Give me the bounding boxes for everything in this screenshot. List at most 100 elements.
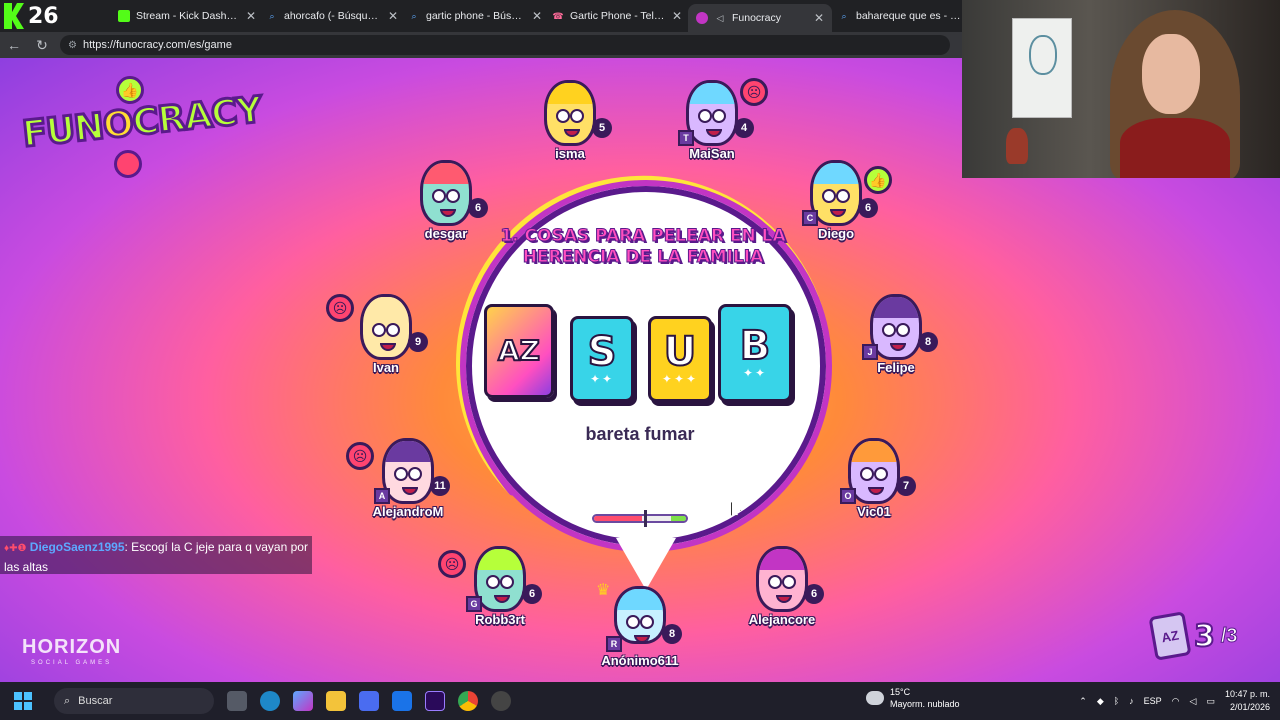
thumbs-up-icon: 👍 bbox=[116, 76, 144, 104]
close-tab-icon[interactable]: ✕ bbox=[532, 9, 542, 23]
cloud-icon bbox=[866, 691, 884, 705]
tile-b[interactable]: B ✦✦ bbox=[718, 304, 792, 402]
outlook-icon[interactable] bbox=[392, 691, 412, 711]
kick-logo-icon bbox=[4, 3, 24, 29]
player-score: 6 bbox=[858, 198, 878, 218]
chat-message: ♦✚❶ DiegoSaenz1995: Escogí la C jeje par… bbox=[0, 536, 312, 574]
system-tray: ⌃ ◆ ᛒ ♪ ESP ◠ ◁ ▭ 10:47 p. m. 2/01/2026 bbox=[1079, 682, 1280, 720]
player-score: 8 bbox=[918, 332, 938, 352]
crown-icon: ♛ bbox=[596, 582, 611, 599]
player-name: desgar bbox=[424, 226, 468, 241]
close-tab-icon[interactable]: ✕ bbox=[672, 9, 682, 23]
reload-icon[interactable]: ↻ bbox=[28, 37, 56, 54]
volume-icon[interactable]: ◁ bbox=[1190, 696, 1197, 707]
battery-icon[interactable]: ▭ bbox=[1206, 696, 1215, 707]
bluetooth-icon[interactable]: ᛒ bbox=[1114, 696, 1119, 706]
close-tab-icon[interactable]: ✕ bbox=[388, 9, 398, 23]
player-robb3rt: ☹ G 6 Robb3rt bbox=[438, 546, 544, 646]
tab-kick-dashboard[interactable]: Stream - Kick Dashboard ✕ bbox=[118, 4, 256, 28]
timer-end-zone bbox=[671, 516, 686, 521]
funocracy-favicon-icon bbox=[696, 12, 708, 24]
player-score: 6 bbox=[468, 198, 488, 218]
player-badge: R bbox=[606, 636, 622, 652]
answer-text: bareta fumar bbox=[585, 424, 695, 444]
avatar bbox=[420, 160, 472, 226]
chrome-icon[interactable] bbox=[458, 691, 478, 711]
url-field[interactable]: ⚙ https://funocracy.com/es/game bbox=[60, 35, 950, 55]
chat-badges-icon: ♦✚❶ bbox=[4, 543, 27, 554]
close-tab-icon[interactable]: ✕ bbox=[246, 9, 256, 23]
player-isma: 5 isma bbox=[524, 80, 614, 180]
mic-icon[interactable]: ♪ bbox=[1129, 696, 1134, 706]
timer-marker bbox=[644, 510, 647, 527]
player-alejancore: 6 Alejancore bbox=[736, 546, 826, 646]
round-current: 3 bbox=[1193, 618, 1216, 655]
player-maisan: ☹ T 4 MaiSan bbox=[666, 78, 768, 180]
task-view-icon[interactable] bbox=[227, 691, 247, 711]
player-name: Vic01 bbox=[857, 504, 891, 519]
tile-s[interactable]: S ✦✦ bbox=[570, 316, 634, 402]
speaker-icon: ◁ bbox=[716, 12, 724, 23]
player-name: Felipe bbox=[877, 360, 915, 375]
site-info-icon[interactable]: ⚙ bbox=[68, 40, 77, 51]
player-badge: J bbox=[862, 344, 878, 360]
player-diego: 👍 C 6 Diego bbox=[790, 160, 892, 260]
tile-u[interactable]: U ✦✦✦ bbox=[648, 316, 712, 402]
kick-favicon-icon bbox=[118, 10, 130, 22]
weather-widget[interactable]: 15°C Mayorm. nublado bbox=[866, 686, 960, 710]
copilot-icon[interactable] bbox=[293, 691, 313, 711]
player-desgar: 6 desgar bbox=[400, 160, 490, 260]
star-icon: ✦✦✦ bbox=[661, 372, 699, 386]
horizon-brand: HORIZON SOCIAL GAMES bbox=[22, 636, 122, 666]
settings-icon[interactable] bbox=[491, 691, 511, 711]
premiere-icon[interactable] bbox=[425, 691, 445, 711]
taskbar: ⌕ Buscar 15°C Mayorm. nublado ⌃ ◆ ᛒ ♪ ES… bbox=[0, 682, 1280, 720]
player-badge: T bbox=[678, 130, 694, 146]
tab-gartic-phone[interactable]: ☎ Gartic Phone - Teléfono D ✕ bbox=[552, 4, 682, 28]
kick-overlay: 26 bbox=[0, 0, 62, 32]
player-score: 4 bbox=[734, 118, 754, 138]
player-name: MaiSan bbox=[689, 146, 735, 161]
tab-bahareque-search[interactable]: ⌕ bahareque que es - Búsq bbox=[838, 4, 962, 28]
player-score: 8 bbox=[662, 624, 682, 644]
player-score: 7 bbox=[896, 476, 916, 496]
tile-az[interactable]: AZ bbox=[484, 304, 554, 398]
player-score: 9 bbox=[408, 332, 428, 352]
back-arrow-icon[interactable]: ← bbox=[0, 37, 28, 53]
player-ivan: ☹ 9 Ivan bbox=[326, 294, 430, 394]
star-icon: ✦✦ bbox=[742, 366, 768, 380]
angry-face-icon: ☹ bbox=[326, 294, 354, 322]
player-score: 5 bbox=[592, 118, 612, 138]
player-name: Diego bbox=[817, 226, 855, 241]
phone-favicon-icon: ☎ bbox=[552, 10, 564, 21]
funocracy-logo: 👍 FUNOCRACY bbox=[19, 76, 265, 178]
tab-gartic-search[interactable]: ⌕ gartic phone - Búsqueda ✕ bbox=[408, 4, 542, 28]
avatar bbox=[756, 546, 808, 612]
edge-icon[interactable] bbox=[260, 691, 280, 711]
chevron-up-icon[interactable]: ⌃ bbox=[1079, 696, 1087, 707]
clock[interactable]: 10:47 p. m. 2/01/2026 bbox=[1225, 688, 1270, 714]
language-indicator[interactable]: ESP bbox=[1144, 696, 1162, 706]
url-text: https://funocracy.com/es/game bbox=[82, 39, 232, 51]
search-favicon-icon: ⌕ bbox=[269, 10, 275, 21]
webcam-overlay bbox=[962, 0, 1280, 178]
timer-fill bbox=[594, 516, 642, 521]
player-name: Ivan bbox=[372, 360, 399, 375]
close-tab-icon[interactable]: ✕ bbox=[814, 11, 824, 25]
thumbs-up-icon: 👍 bbox=[864, 166, 892, 194]
tab-ahorcafo-search[interactable]: ⌕ ahorcafo (- Búsqueda ✕ bbox=[266, 4, 398, 28]
player-badge: G bbox=[466, 596, 482, 612]
windows-start-icon[interactable] bbox=[14, 692, 32, 710]
file-explorer-icon[interactable] bbox=[326, 691, 346, 711]
timer-bar bbox=[592, 514, 688, 523]
player-name: AlejandroM bbox=[372, 504, 444, 519]
bubble-tail bbox=[616, 538, 676, 590]
wifi-icon[interactable]: ◠ bbox=[1172, 696, 1180, 707]
tab-funocracy[interactable]: ◁ Funocracy ✕ bbox=[688, 4, 832, 32]
taskbar-search[interactable]: ⌕ Buscar bbox=[54, 688, 214, 714]
store-icon[interactable] bbox=[359, 691, 379, 711]
wall-drawing bbox=[1012, 18, 1072, 118]
shield-icon[interactable]: ◆ bbox=[1097, 696, 1104, 707]
letter-tiles: AZ S ✦✦ U ✦✦✦ B ✦✦ bbox=[482, 302, 802, 406]
player-anonimo611: ♛ R 8 Anónimo611 bbox=[594, 582, 684, 682]
